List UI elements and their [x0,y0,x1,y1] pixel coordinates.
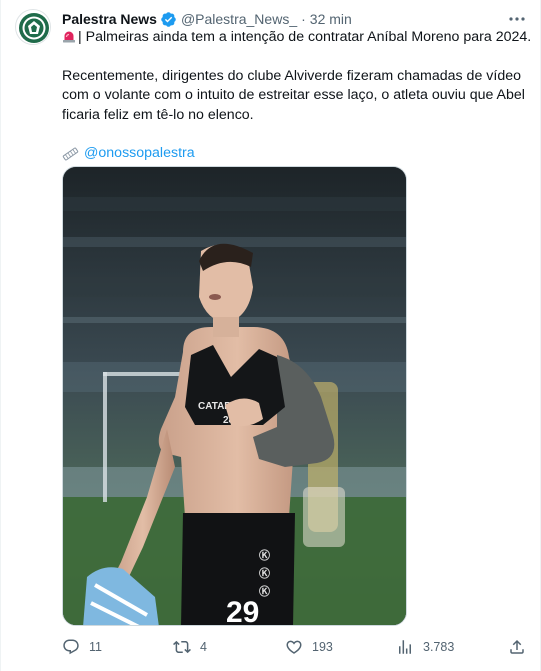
heart-icon [285,638,303,656]
views-button[interactable]: 3.783 [396,636,454,658]
like-button[interactable]: 193 [285,636,333,658]
left-divider [0,0,1,671]
repost-icon [173,638,191,656]
repost-count: 4 [200,640,207,654]
svg-text:Ⓚ: Ⓚ [259,584,270,598]
shorts-number-text: 29 [226,596,259,626]
separator-dot: · [301,11,306,27]
headline-text: | Palmeiras ainda tem a intenção de cont… [78,29,532,45]
link-icon [62,147,79,161]
verified-badge-icon [160,11,177,28]
mention-link[interactable]: @onossopalestra [84,144,195,164]
avatar[interactable] [15,9,51,45]
reply-button[interactable]: 11 [62,636,102,658]
svg-text:Ⓚ: Ⓚ [259,548,270,562]
repost-button[interactable]: 4 [173,636,207,658]
text-line: Recentemente, dirigentes do clube Alvive… [62,67,521,84]
rotating-light-icon [62,29,76,43]
mention-line: @onossopalestra [62,144,528,164]
reply-icon [62,638,80,656]
text-line: com o volante com o intuito de estreitar… [62,87,525,103]
more-horizontal-icon[interactable] [507,10,527,28]
views-count: 3.783 [423,640,455,654]
post-header: Palestra News @Palestra_News_ · 32 min [62,9,352,29]
post-time[interactable]: 32 min [310,11,352,27]
share-button[interactable] [508,636,526,658]
like-count: 193 [312,640,333,654]
author-name[interactable]: Palestra News [62,11,157,27]
action-bar: 11 4 193 3.783 [62,636,530,658]
post-text: | Palmeiras ainda tem a intenção de cont… [62,28,532,164]
svg-text:Ⓚ: Ⓚ [259,566,270,580]
text-line: | Palmeiras ainda tem a intenção de cont… [62,28,532,48]
analytics-icon [396,638,414,656]
share-icon [508,638,526,656]
reply-count: 11 [89,640,102,654]
author-handle[interactable]: @Palestra_News_ [181,11,297,27]
post-photo[interactable]: CATAPU 28 Ⓚ Ⓚ Ⓚ 29 [62,166,407,626]
text-line: ficaria feliz em tê-lo no elenco. [62,106,254,123]
